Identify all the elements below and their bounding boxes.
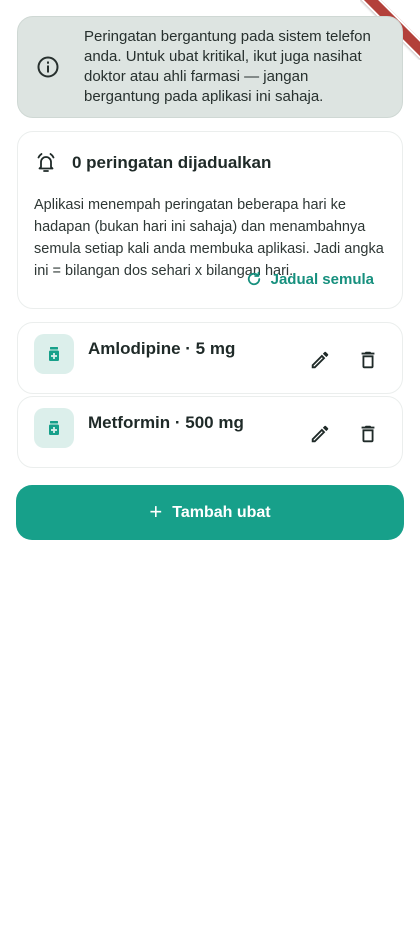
- edit-button[interactable]: [308, 348, 332, 372]
- notice-text: Peringatan bergantung pada sistem telefo…: [84, 28, 371, 105]
- medication-item[interactable]: Metformin · 500 mg: [17, 396, 403, 468]
- trash-icon: [361, 425, 375, 443]
- refresh-icon: [247, 271, 260, 286]
- medication-name: Metformin · 500 mg: [88, 413, 244, 432]
- pencil-icon: [311, 425, 329, 443]
- medication-name: Amlodipine · 5 mg: [88, 339, 236, 358]
- trash-icon: [361, 351, 375, 369]
- add-medication-button[interactable]: + Tambah ubat: [16, 485, 404, 540]
- medication-item[interactable]: Amlodipine · 5 mg: [17, 322, 403, 394]
- reminder-schedule-card: 0 peringatan dijadualkan Aplikasi menemp…: [17, 131, 403, 309]
- bell-ringing-icon: [34, 151, 58, 175]
- system-notice: Peringatan bergantung pada sistem telefo…: [17, 16, 403, 118]
- reschedule-label: Jadual semula: [270, 270, 374, 288]
- reminder-count-title: 0 peringatan dijadualkan: [72, 153, 272, 172]
- pencil-icon: [311, 351, 329, 369]
- medication-bottle-icon: [34, 408, 74, 448]
- plus-icon: +: [149, 498, 163, 524]
- delete-button[interactable]: [356, 348, 380, 372]
- edit-button[interactable]: [308, 422, 332, 446]
- reminder-description: Aplikasi menempah peringatan beberapa ha…: [34, 197, 384, 279]
- reschedule-button[interactable]: Jadual semula: [245, 270, 374, 288]
- medication-bottle-icon: [34, 334, 74, 374]
- add-medication-label: Tambah ubat: [172, 503, 271, 521]
- info-icon: [36, 55, 60, 79]
- delete-button[interactable]: [356, 422, 380, 446]
